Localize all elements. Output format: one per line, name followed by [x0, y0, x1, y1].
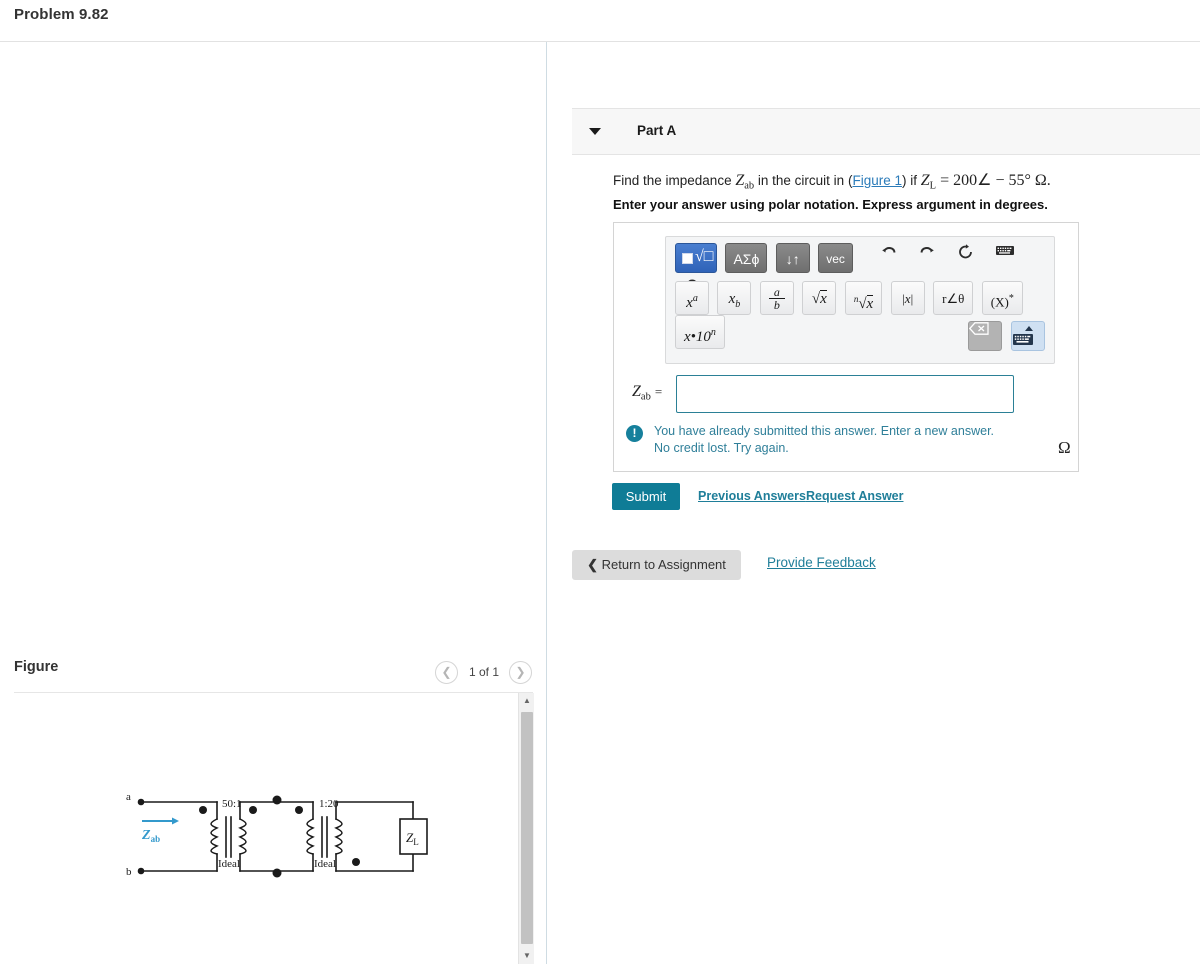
- figure-panel-title: Figure: [14, 659, 59, 675]
- nth-root-key[interactable]: n√x: [844, 281, 883, 315]
- question-text-prefix: Find the impedance: [613, 173, 736, 188]
- transformer-1-ratio: 50:1: [222, 798, 242, 810]
- undo-icon[interactable]: [880, 243, 914, 273]
- caret-down-icon[interactable]: [589, 128, 601, 135]
- figure-1-link-wrap[interactable]: (Figure 1): [848, 173, 907, 188]
- triangle-up-icon: [1025, 326, 1033, 331]
- problem-panel: Part A Find the impedance Zab in the cir…: [547, 42, 1200, 964]
- circuit-diagram: ZL a b Zab 50:1 Ideal 1:20 Ideal: [126, 791, 428, 878]
- return-to-assignment-button[interactable]: ❮ Return to Assignment: [572, 550, 741, 580]
- square-root-template-icon: [682, 253, 693, 264]
- question-text-mid: in the circuit in: [754, 173, 848, 188]
- zab-figure-label: Zab: [141, 828, 160, 844]
- keyboard-icon[interactable]: [995, 243, 1029, 273]
- redo-icon[interactable]: [918, 243, 952, 273]
- terminal-a-label: a: [126, 791, 131, 803]
- submit-button[interactable]: Submit: [612, 483, 680, 510]
- figure-prev-button[interactable]: ❮: [435, 661, 458, 684]
- provide-feedback-link[interactable]: Provide Feedback: [767, 555, 876, 570]
- chevron-left-icon: ❮: [587, 557, 598, 572]
- triangle-up-icon[interactable]: ▲: [519, 693, 535, 709]
- absolute-value-key[interactable]: |x|: [890, 281, 925, 315]
- figure-viewport: ZL a b Zab 50:1 Ideal 1:20 Ideal: [14, 693, 517, 964]
- vector-button[interactable]: vec: [818, 243, 853, 273]
- figure-page-indicator: 1 of 1: [468, 665, 500, 679]
- polar-key[interactable]: r∠θ: [933, 281, 974, 315]
- zab-arrow-icon: [142, 817, 179, 825]
- math-toolbar-row-modes: √□ ΑΣϕ ↓↑ vec: [675, 243, 1054, 298]
- answer-input[interactable]: [676, 375, 1014, 413]
- terminal-b-dot: [137, 867, 145, 875]
- terminal-b-label: b: [126, 866, 132, 878]
- onscreen-keyboard-icon[interactable]: [1011, 321, 1045, 351]
- figure-next-button[interactable]: ❯: [509, 661, 532, 684]
- page-root: Problem 9.82 Part A Find the impedance Z…: [0, 0, 1200, 964]
- fraction-key[interactable]: a b: [759, 281, 794, 315]
- scrollbar-thumb[interactable]: [521, 712, 533, 944]
- figure-pagination: ❮ 1 of 1 ❯: [433, 661, 538, 687]
- answer-unit-label: Ω: [1058, 438, 1071, 457]
- figure-1-link[interactable]: Figure 1: [852, 173, 902, 188]
- polarity-dot-1: [199, 806, 207, 814]
- backspace-icon[interactable]: [967, 321, 1002, 351]
- part-a-header[interactable]: Part A: [572, 108, 1200, 155]
- greek-symbols-button[interactable]: ΑΣϕ: [725, 243, 768, 273]
- subscript-key[interactable]: xb: [717, 281, 752, 315]
- question-text-if: if: [906, 173, 921, 188]
- polarity-dot-4: [352, 858, 360, 866]
- terminal-a-dot: [137, 798, 145, 806]
- zab-symbol: Zab: [735, 172, 755, 192]
- answer-input-row: Zab =: [622, 375, 1072, 413]
- sqrt-key[interactable]: √x: [802, 281, 837, 315]
- triangle-down-icon[interactable]: ▼: [519, 948, 535, 964]
- feedback-line-1: You have already submitted this answer. …: [654, 424, 995, 438]
- request-answer-link[interactable]: Request Answer: [806, 489, 903, 503]
- template-mode-button[interactable]: √□: [675, 243, 717, 273]
- transformer-2-ratio: 1:20: [319, 798, 339, 810]
- polarity-dot-node-top: [272, 795, 282, 805]
- question-instruction: Enter your answer using polar notation. …: [613, 197, 1048, 212]
- power-key[interactable]: xa: [675, 281, 709, 315]
- figure-scrollbar[interactable]: ▲ ▼: [518, 693, 534, 964]
- feedback-line-2: No credit lost. Try again.: [654, 441, 789, 455]
- scientific-notation-key[interactable]: x•10n: [675, 315, 725, 349]
- answer-variable-label: Zab =: [632, 383, 663, 403]
- conjugate-key[interactable]: (X)*: [981, 281, 1023, 315]
- question-text: Find the impedance Zab in the circuit in…: [613, 170, 1051, 191]
- math-toolbar: √□ ΑΣϕ ↓↑ vec xa xb a b √x n√x |x| r∠θ (…: [665, 236, 1055, 364]
- math-toolbar-row-actions: [967, 321, 1045, 351]
- return-to-assignment-label: Return to Assignment: [601, 557, 726, 572]
- polarity-dot-node-bottom: [272, 868, 282, 878]
- transformer-2-ideal-label: Ideal: [314, 858, 336, 870]
- top-header: Problem 9.82: [0, 0, 1200, 42]
- transformer-1-ideal-label: Ideal: [218, 858, 240, 870]
- radical-glyph: √□: [695, 248, 714, 265]
- polarity-dot-3: [295, 806, 303, 814]
- zl-value: = 200∠ − 55° Ω.: [936, 172, 1051, 189]
- polarity-dot-2: [249, 806, 257, 814]
- reset-icon[interactable]: [957, 243, 991, 273]
- page-title: Problem 9.82: [14, 6, 109, 23]
- exclamation-circle-icon: !: [626, 425, 643, 442]
- zl-symbol: ZL: [920, 172, 937, 192]
- arrows-button[interactable]: ↓↑: [775, 243, 810, 273]
- part-a-label: Part A: [637, 123, 677, 138]
- keyboard-glyph: [1012, 333, 1046, 346]
- previous-answers-link[interactable]: Previous Answers: [698, 489, 806, 503]
- answer-container: √□ ΑΣϕ ↓↑ vec xa xb a b √x n√x |x| r∠θ (…: [613, 222, 1079, 472]
